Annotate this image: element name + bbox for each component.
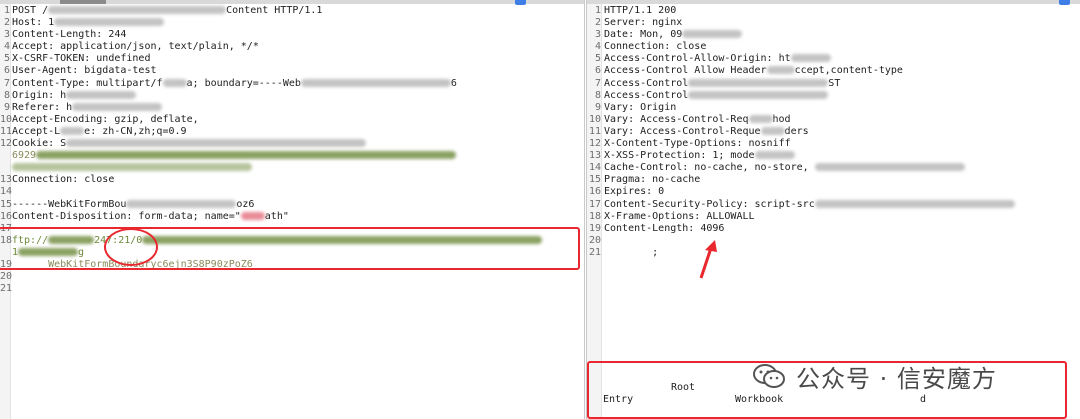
tab-indicator[interactable] [60,0,106,4]
request-line-4: 4 Accept: application/json, text/plain, *… [3,41,259,53]
watermark-text: 公众号 · 信安魔方 [796,364,997,393]
request-line-12-cont2 [0,162,584,174]
redaction [126,199,237,208]
request-line-2: 2 Host: 1 [0,17,584,29]
redaction [766,66,795,75]
request-line-3: 3 Content-Length: 244 [3,29,127,41]
response-line-12: 12 X-Content-Type-Options: nosniff [588,138,791,150]
highlight-oval [104,228,158,266]
redaction [72,102,163,111]
redaction [688,90,829,99]
response-line-6: 6 Access-Control Allow Header ccept,conten… [594,65,903,77]
request-line-16: 16Content-Disposition: form-data; name="… [0,210,289,222]
redaction [60,126,85,135]
request-line-12: 12Cookie: S [0,138,584,150]
response-line-8: 8 Access-Control [587,90,1080,102]
response-line-20: 20 [588,234,601,246]
response-line-3: 3 Date: Mon, 09 [587,29,1080,41]
arrow-annotation-icon [699,240,717,279]
redaction [814,163,965,172]
request-line-21: 21 [0,283,13,295]
redaction [748,114,773,123]
redaction [688,78,829,87]
response-line-21: 21 ; [588,246,659,258]
response-line-9: 9 Vary: Origin [594,101,677,113]
redaction [36,151,457,160]
redaction [754,151,795,160]
response-line-5: 5 Access-Control-Allow-Origin: ht [587,53,1080,65]
redaction [66,90,137,99]
request-line-10: 10Accept-Encoding: gzip, deflate, [0,113,205,125]
request-line-9: 9 Referer: h [0,102,584,114]
redaction [300,78,451,87]
request-line-20: 20 [0,271,13,283]
redaction [760,126,785,135]
top-tab-bar [587,0,1080,4]
redaction [66,139,367,148]
request-line-7: 7 Content-Type: multipart/f a; boundary=--… [3,77,457,89]
watermark: 公众号 · 信安魔方 [752,356,1052,396]
request-line-6: 6 User-Agent: bigdata-test [3,65,157,77]
response-line-17: 17 Content-Security-Policy: script-src [587,199,1080,211]
response-editor[interactable]: 1 HTTP/1.1 200 2 Server: nginx 3 Date: Mon,… [587,5,1080,259]
request-line-12-cont: 6929 [0,150,584,162]
request-line-1: 1 POST / Content HTTP/1.1 [3,5,323,16]
request-line-11: 11Accept-L e: zh-CN,zh;q=0.9 [0,125,187,137]
wechat-icon [753,364,785,388]
redaction [814,199,1015,208]
request-line-14: 14 [0,186,13,198]
redaction [54,18,165,27]
highlight-box [0,227,580,270]
response-line-15: 15 Pragma: no-cache [588,174,701,186]
response-line-4: 4 Connection: close [594,41,707,53]
response-line-2: 2 Server: nginx [594,17,683,29]
redaction [682,30,743,39]
request-line-8: 8 Origin: h [0,90,584,102]
response-line-13: 13 X-XSS-Protection: 1; mode [587,150,1080,162]
response-line-16: 16 Expires: 0 [588,186,665,198]
request-line-15: 15------WebKitFormBou oz6 [0,198,255,210]
request-pane[interactable]: 1 POST / Content HTTP/1.1 2 Host: 1 3 Conten… [0,0,585,419]
redaction [48,6,227,14]
redaction [12,163,252,172]
response-line-11: 11 Vary: Access-Control-Reque ders [588,125,809,137]
request-line-13: 13Connection: close [0,174,115,186]
response-line-19: 19 Content-Length: 4096 [588,222,725,234]
redaction [790,54,831,63]
response-line-14: 14 Cache-Control: no-cache, no-store, [587,162,1080,174]
redaction [162,78,187,87]
response-line-7: 7 Access-Control ST [594,77,841,89]
request-line-5: 5 X-CSRF-TOKEN: undefined [3,53,151,65]
redaction [240,211,265,220]
response-line-18: 18 X-Frame-Options: ALLOWALL [588,210,755,222]
response-line-10: 10 Vary: Access-Control-Req hod [588,113,791,125]
response-line-1: 1 HTTP/1.1 200 [594,5,677,16]
